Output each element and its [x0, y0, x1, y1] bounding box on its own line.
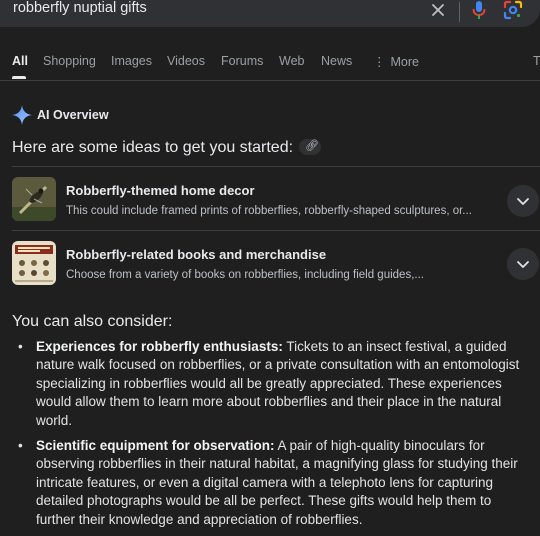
expand-button[interactable] — [507, 185, 539, 217]
divider — [12, 230, 540, 231]
tab-more[interactable]: ⋮ More — [373, 54, 419, 69]
tab-videos[interactable]: Videos — [167, 54, 205, 68]
search-bar[interactable]: robberfly nuptial gifts — [0, 0, 540, 27]
tab-tools[interactable]: T — [533, 54, 540, 68]
intro-text: Here are some ideas to get you started: — [12, 139, 294, 156]
tab-web[interactable]: Web — [279, 54, 304, 68]
more-vert-icon: ⋮ — [373, 55, 386, 69]
card-description: This could include framed prints of robb… — [66, 205, 472, 217]
consider-heading: You can also consider: — [12, 313, 173, 330]
tabs-divider — [0, 80, 540, 81]
card-description: Choose from a variety of books on robber… — [66, 269, 424, 281]
search-divider — [459, 2, 460, 22]
google-lens-icon[interactable] — [503, 0, 523, 25]
ai-overview-title: AI Overview — [37, 108, 109, 122]
search-tabs: All Shopping Images Videos Forums Web Ne… — [0, 48, 540, 80]
card-title: Robberfly-themed home decor — [66, 183, 255, 198]
idea-card-books[interactable]: Robberfly-related books and merchandise … — [12, 241, 540, 301]
tab-images[interactable]: Images — [111, 54, 152, 68]
tab-more-label: More — [390, 55, 419, 69]
list-item: • Scientific equipment for observation: A… — [12, 437, 527, 529]
mic-icon[interactable] — [471, 0, 487, 25]
list-item: • Experiences for robberfly enthusiasts: … — [12, 338, 527, 430]
tab-active-indicator — [12, 76, 26, 79]
tab-shopping[interactable]: Shopping — [43, 54, 96, 68]
bullet-heading: Scientific equipment for observation: — [36, 438, 275, 454]
card-title: Robberfly-related books and merchandise — [66, 247, 327, 262]
books-thumbnail — [12, 241, 56, 285]
close-icon[interactable] — [430, 2, 446, 23]
idea-card-home-decor[interactable]: Robberfly-themed home decor This could i… — [12, 177, 540, 237]
divider — [12, 166, 540, 167]
consider-list: • Experiences for robberfly enthusiasts: … — [12, 338, 527, 536]
chevron-down-icon — [517, 198, 529, 205]
search-input[interactable]: robberfly nuptial gifts — [13, 0, 147, 16]
tab-forums[interactable]: Forums — [221, 54, 263, 68]
link-icon: 🔗︎ — [305, 139, 320, 152]
chevron-down-icon — [517, 261, 529, 268]
link-chip[interactable]: 🔗︎ — [299, 138, 322, 155]
tab-all[interactable]: All — [12, 54, 28, 68]
bullet-dot: • — [18, 339, 23, 354]
expand-button[interactable] — [507, 248, 539, 280]
tab-news[interactable]: News — [321, 54, 352, 68]
ai-sparkle-icon — [12, 105, 32, 130]
home-decor-thumbnail — [12, 177, 56, 221]
ai-overview-intro: Here are some ideas to get you started: 🔗… — [12, 138, 322, 157]
bullet-dot: • — [18, 438, 23, 454]
bullet-heading: Experiences for robberfly enthusiasts: — [36, 339, 283, 354]
